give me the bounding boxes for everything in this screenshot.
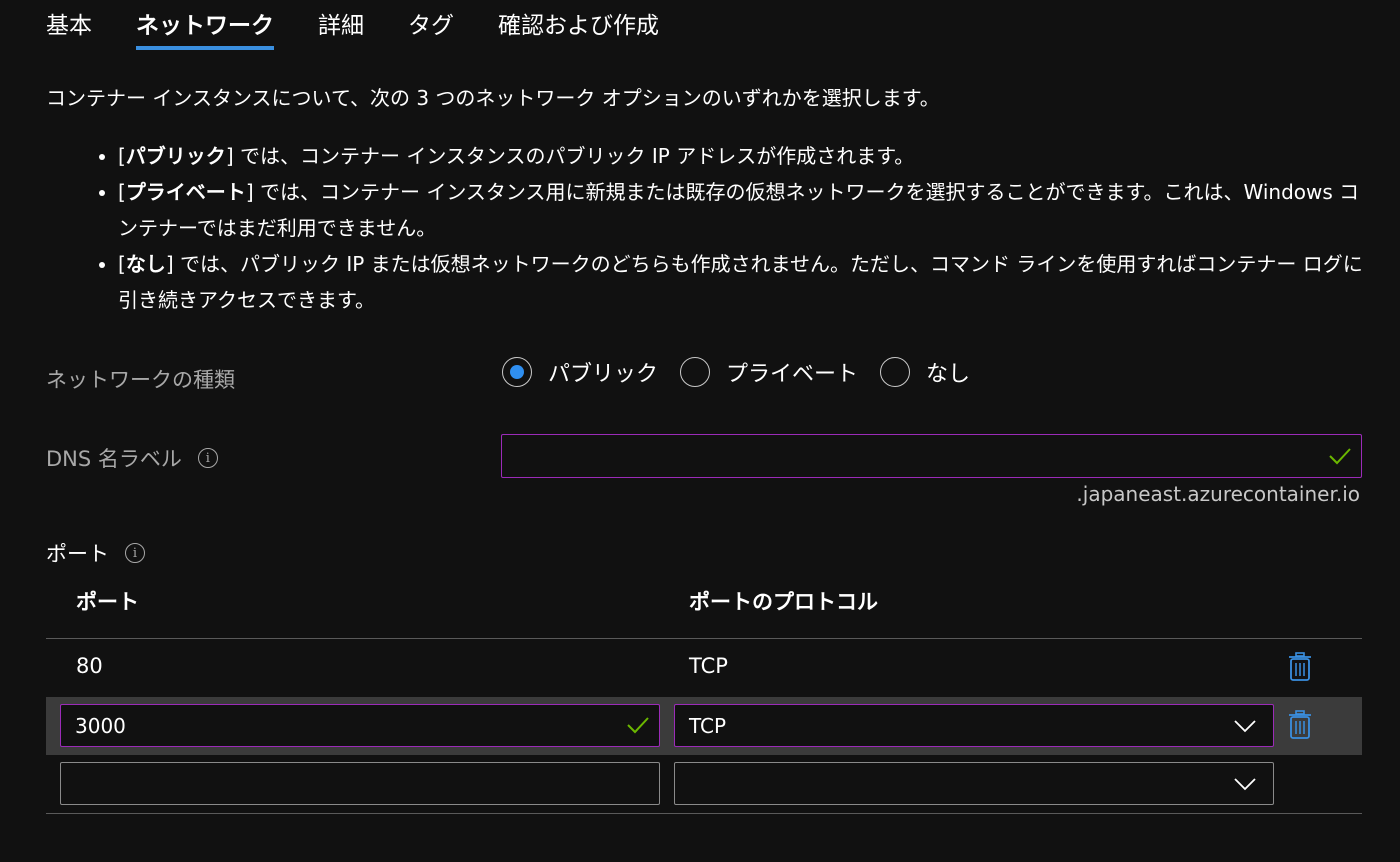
option-name: パブリック [125,144,226,168]
dns-label-row: DNS 名ラベル i [46,443,218,473]
list-item: [プライベート] では、コンテナー インスタンス用に新規または既存の仮想ネットワ… [118,174,1378,246]
radio-public-circle[interactable] [502,357,532,387]
network-type-label: ネットワークの種類 [46,368,235,392]
network-tab-page: 基本 ネットワーク 詳細 タグ 確認および作成 コンテナー インスタンスについて… [0,0,1400,862]
option-description: ] では、コンテナー インスタンス用に新規または既存の仮想ネットワークを選択する… [118,180,1360,240]
tab-tags[interactable]: タグ [408,0,454,50]
radio-none-label: なし [926,362,971,387]
wizard-tabs: 基本 ネットワーク 詳細 タグ 確認および作成 [46,0,703,56]
radio-none[interactable]: なし [880,356,970,388]
info-icon[interactable]: i [197,448,218,468]
chevron-down-icon [1234,777,1256,790]
ports-label: ポート [46,542,109,566]
radio-public[interactable]: パブリック [502,356,658,388]
valid-check-icon [627,717,649,734]
list-item: [なし] では、パブリック IP または仮想ネットワークのどちらも作成されません… [118,246,1378,318]
network-type-radio-group: パブリック プライベート なし [502,356,992,388]
new-port-input[interactable] [60,762,660,805]
header-divider [46,638,1362,639]
tab-basics[interactable]: 基本 [46,0,92,50]
port-input[interactable] [60,704,660,747]
delete-row-icon[interactable] [1287,710,1313,740]
column-header-protocol: ポートのプロトコル [689,590,878,614]
dns-suffix: .japaneast.azurecontainer.io [1076,482,1360,506]
valid-check-icon [1329,448,1351,465]
ports-section-label: ポート i [46,538,145,568]
radio-public-label: パブリック [548,362,659,387]
dns-name-input[interactable] [501,434,1362,478]
bracket-open: [ [118,180,126,204]
tab-networking[interactable]: ネットワーク [136,0,274,50]
option-description: ] では、コンテナー インスタンスのパブリック IP アドレスが作成されます。 [225,144,915,168]
protocol-select-value: TCP [689,713,727,738]
tab-review-create[interactable]: 確認および作成 [498,0,659,50]
dns-label: DNS 名ラベル [46,447,182,471]
bracket-open: [ [118,144,126,168]
option-name: プライベート [125,180,246,204]
network-options-list: [パブリック] では、コンテナー インスタンスのパブリック IP アドレスが作成… [88,138,1378,318]
option-description: ] では、パブリック IP または仮想ネットワークのどちらも作成されません。ただ… [118,252,1363,312]
protocol-cell: TCP [689,654,728,678]
radio-private-label: プライベート [726,362,859,387]
info-icon[interactable]: i [125,543,145,563]
bracket-open: [ [118,252,126,276]
list-item: [パブリック] では、コンテナー インスタンスのパブリック IP アドレスが作成… [118,138,1378,174]
column-header-port: ポート [76,590,139,614]
intro-text: コンテナー インスタンスについて、次の 3 つのネットワーク オプションのいずれ… [46,86,940,110]
delete-row-icon[interactable] [1287,652,1313,682]
chevron-down-icon [1234,719,1256,732]
radio-none-circle[interactable] [880,357,911,387]
tab-advanced[interactable]: 詳細 [318,0,364,50]
radio-private-circle[interactable] [680,357,711,387]
radio-selected-dot [510,365,524,379]
protocol-select[interactable]: TCP [674,704,1274,747]
radio-private[interactable]: プライベート [680,356,858,388]
option-name: なし [125,252,166,276]
table-bottom-divider [46,813,1362,814]
port-cell: 80 [76,654,103,678]
new-protocol-select[interactable] [674,762,1274,805]
